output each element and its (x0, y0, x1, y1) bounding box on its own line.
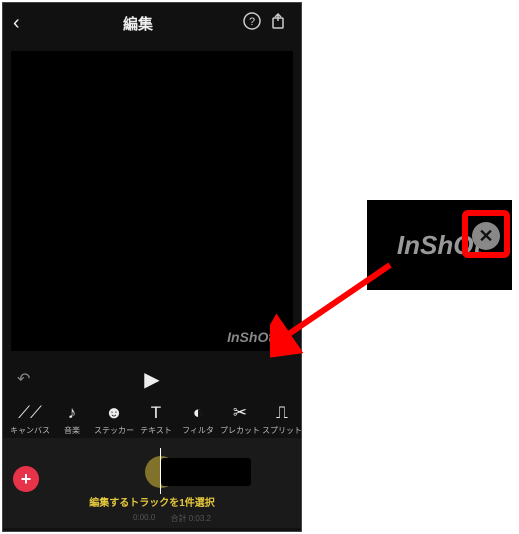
watermark: InShOt ✕ (227, 329, 287, 345)
time-info: 0:00.0 合計 0:03.2 (3, 513, 301, 524)
total-time: 合計 0:03.2 (171, 513, 211, 524)
page-title: 編集 (37, 13, 239, 34)
tool-label: キャンバス (9, 425, 51, 436)
back-button[interactable]: ‹ (13, 12, 37, 35)
tool-label: スプリット (261, 425, 301, 436)
editor-screen: ‹ 編集 ? InShOt ✕ ↶ ▶ ⟋⟋ キャンバス ♪ 音楽 ☻ ステッカ… (2, 2, 302, 532)
play-controls: ↶ ▶ (3, 359, 301, 399)
timeline-prompt: 編集するトラックを1件選択 (3, 494, 301, 509)
tool-label: テキスト (135, 425, 177, 436)
tool-label: フィルタ (177, 425, 219, 436)
current-time: 0:00.0 (133, 513, 155, 524)
tool-label: 音楽 (51, 425, 93, 436)
timeline[interactable]: + 編集するトラックを1件選択 0:00.0 合計 0:03.2 (3, 438, 301, 528)
tool-precut[interactable]: ✂ プレカット (219, 403, 261, 436)
playhead-line[interactable] (160, 448, 161, 494)
tool-text[interactable]: T テキスト (135, 403, 177, 436)
scissors-icon: ✂ (219, 403, 261, 423)
watermark-text: InShOt (227, 329, 273, 345)
text-icon: T (135, 403, 177, 423)
tool-split[interactable]: ⎍ スプリット (261, 403, 301, 436)
video-preview[interactable]: InShOt ✕ (11, 51, 293, 351)
svg-text:?: ? (249, 16, 255, 28)
filter-icon: ◐ (177, 403, 219, 423)
video-clip[interactable] (161, 458, 251, 486)
tool-label: プレカット (219, 425, 261, 436)
help-icon[interactable]: ? (239, 11, 265, 36)
add-track-button[interactable]: + (13, 466, 39, 492)
highlight-box (462, 210, 510, 258)
tool-bar: ⟋⟋ キャンバス ♪ 音楽 ☻ ステッカー T テキスト ◐ フィルタ ✂ プレ… (3, 399, 301, 438)
tool-canvas[interactable]: ⟋⟋ キャンバス (9, 403, 51, 436)
zoom-callout: InShOt ✕ (367, 200, 512, 290)
tool-label: ステッカー (93, 425, 135, 436)
canvas-icon: ⟋⟋ (9, 403, 51, 423)
tool-filter[interactable]: ◐ フィルタ (177, 403, 219, 436)
tool-music[interactable]: ♪ 音楽 (51, 403, 93, 436)
play-button[interactable]: ▶ (144, 367, 159, 392)
sticker-icon: ☻ (93, 403, 135, 423)
music-icon: ♪ (51, 403, 93, 423)
tool-sticker[interactable]: ☻ ステッカー (93, 403, 135, 436)
split-icon: ⎍ (261, 403, 301, 423)
header-bar: ‹ 編集 ? (3, 3, 301, 43)
undo-button[interactable]: ↶ (17, 369, 30, 389)
share-icon[interactable] (265, 12, 291, 35)
remove-watermark-button[interactable]: ✕ (275, 331, 287, 343)
